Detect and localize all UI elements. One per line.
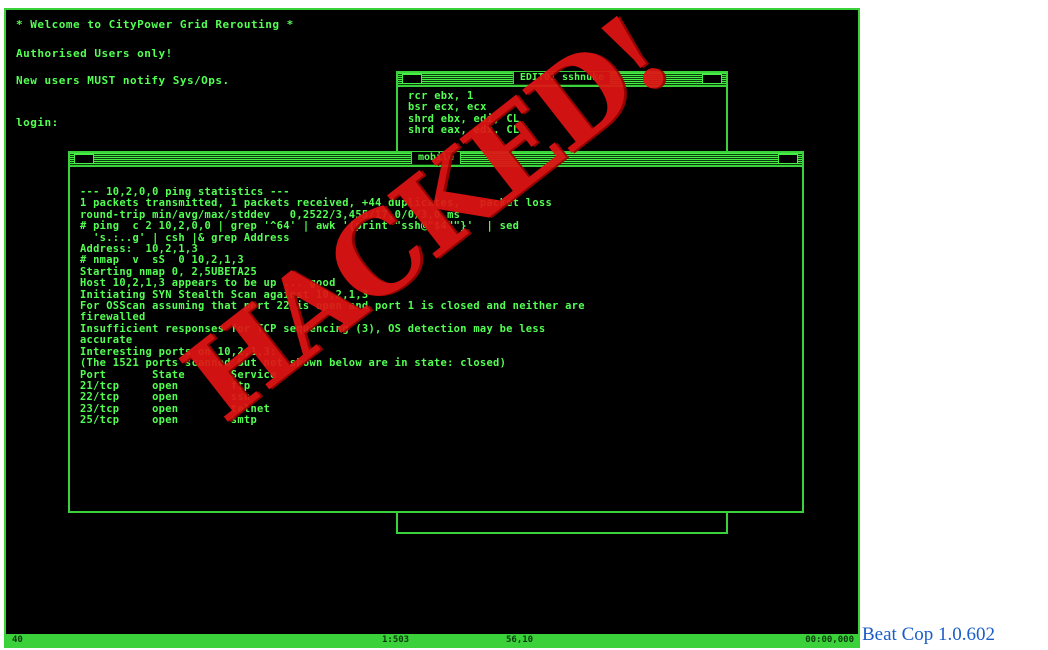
status-clock: 00:00,000: [805, 635, 854, 645]
editor-close-button[interactable]: [402, 74, 422, 84]
status-value: 56,10: [506, 635, 534, 645]
status-left: 40: [12, 635, 23, 645]
terminal-screen: * Welcome to CityPower Grid Rerouting * …: [4, 8, 860, 648]
notify-text: New users MUST notify Sys/Ops.: [16, 74, 230, 87]
status-position: 1:503: [382, 635, 410, 645]
mobile-close-button[interactable]: [74, 154, 94, 164]
caption-text: Beat Cop 1.0.602: [862, 624, 995, 645]
login-prompt[interactable]: login:: [16, 116, 59, 129]
editor-maximize-button[interactable]: [702, 74, 722, 84]
authorised-text: Authorised Users only!: [16, 47, 173, 60]
welcome-text: * Welcome to CityPower Grid Rerouting *: [16, 18, 294, 31]
mobile-maximize-button[interactable]: [778, 154, 798, 164]
terminal-line: For OSScan assuming that port 22 is open…: [80, 300, 585, 313]
status-bar: 40 1:503 56,10 00:00,000: [6, 634, 858, 646]
terminal-line: 22/tcp open ssh: [80, 391, 251, 404]
terminal-line: 25/tcp open smtp: [80, 414, 258, 427]
